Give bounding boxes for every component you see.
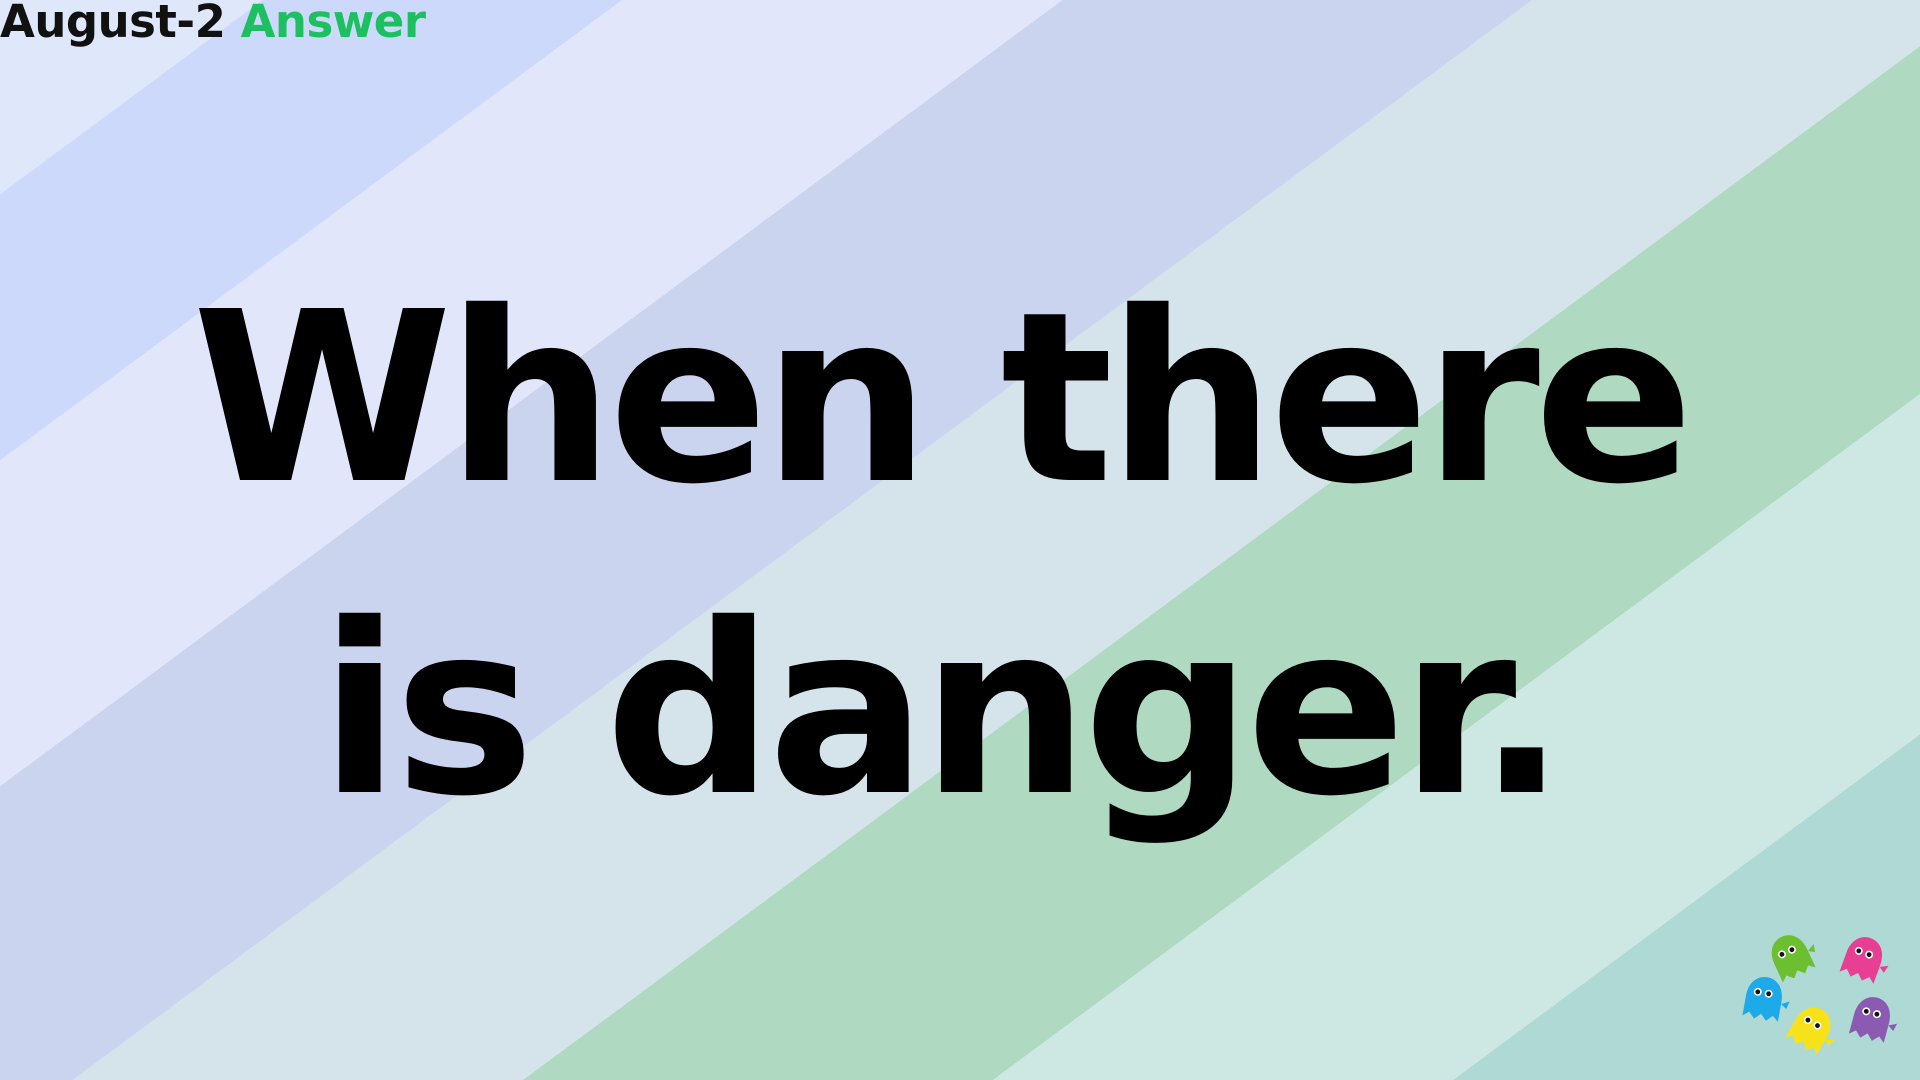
answer-line-1: When there [192, 261, 1694, 536]
date-label: August-2 [0, 0, 226, 48]
blue-ghost-icon [1742, 977, 1790, 1022]
header-title: August-2 Answer [0, 0, 426, 48]
answer-text: When there is danger. [160, 243, 1720, 867]
answer-line-2: is danger. [319, 573, 1566, 848]
green-ghost-icon [1771, 935, 1816, 983]
purple-ghost-icon [1848, 997, 1898, 1043]
answer-label: Answer [240, 0, 426, 48]
yellow-ghost-icon [1785, 1007, 1835, 1056]
pink-ghost-icon [1839, 937, 1889, 984]
ghost-mascots-logo [1742, 935, 1898, 1056]
